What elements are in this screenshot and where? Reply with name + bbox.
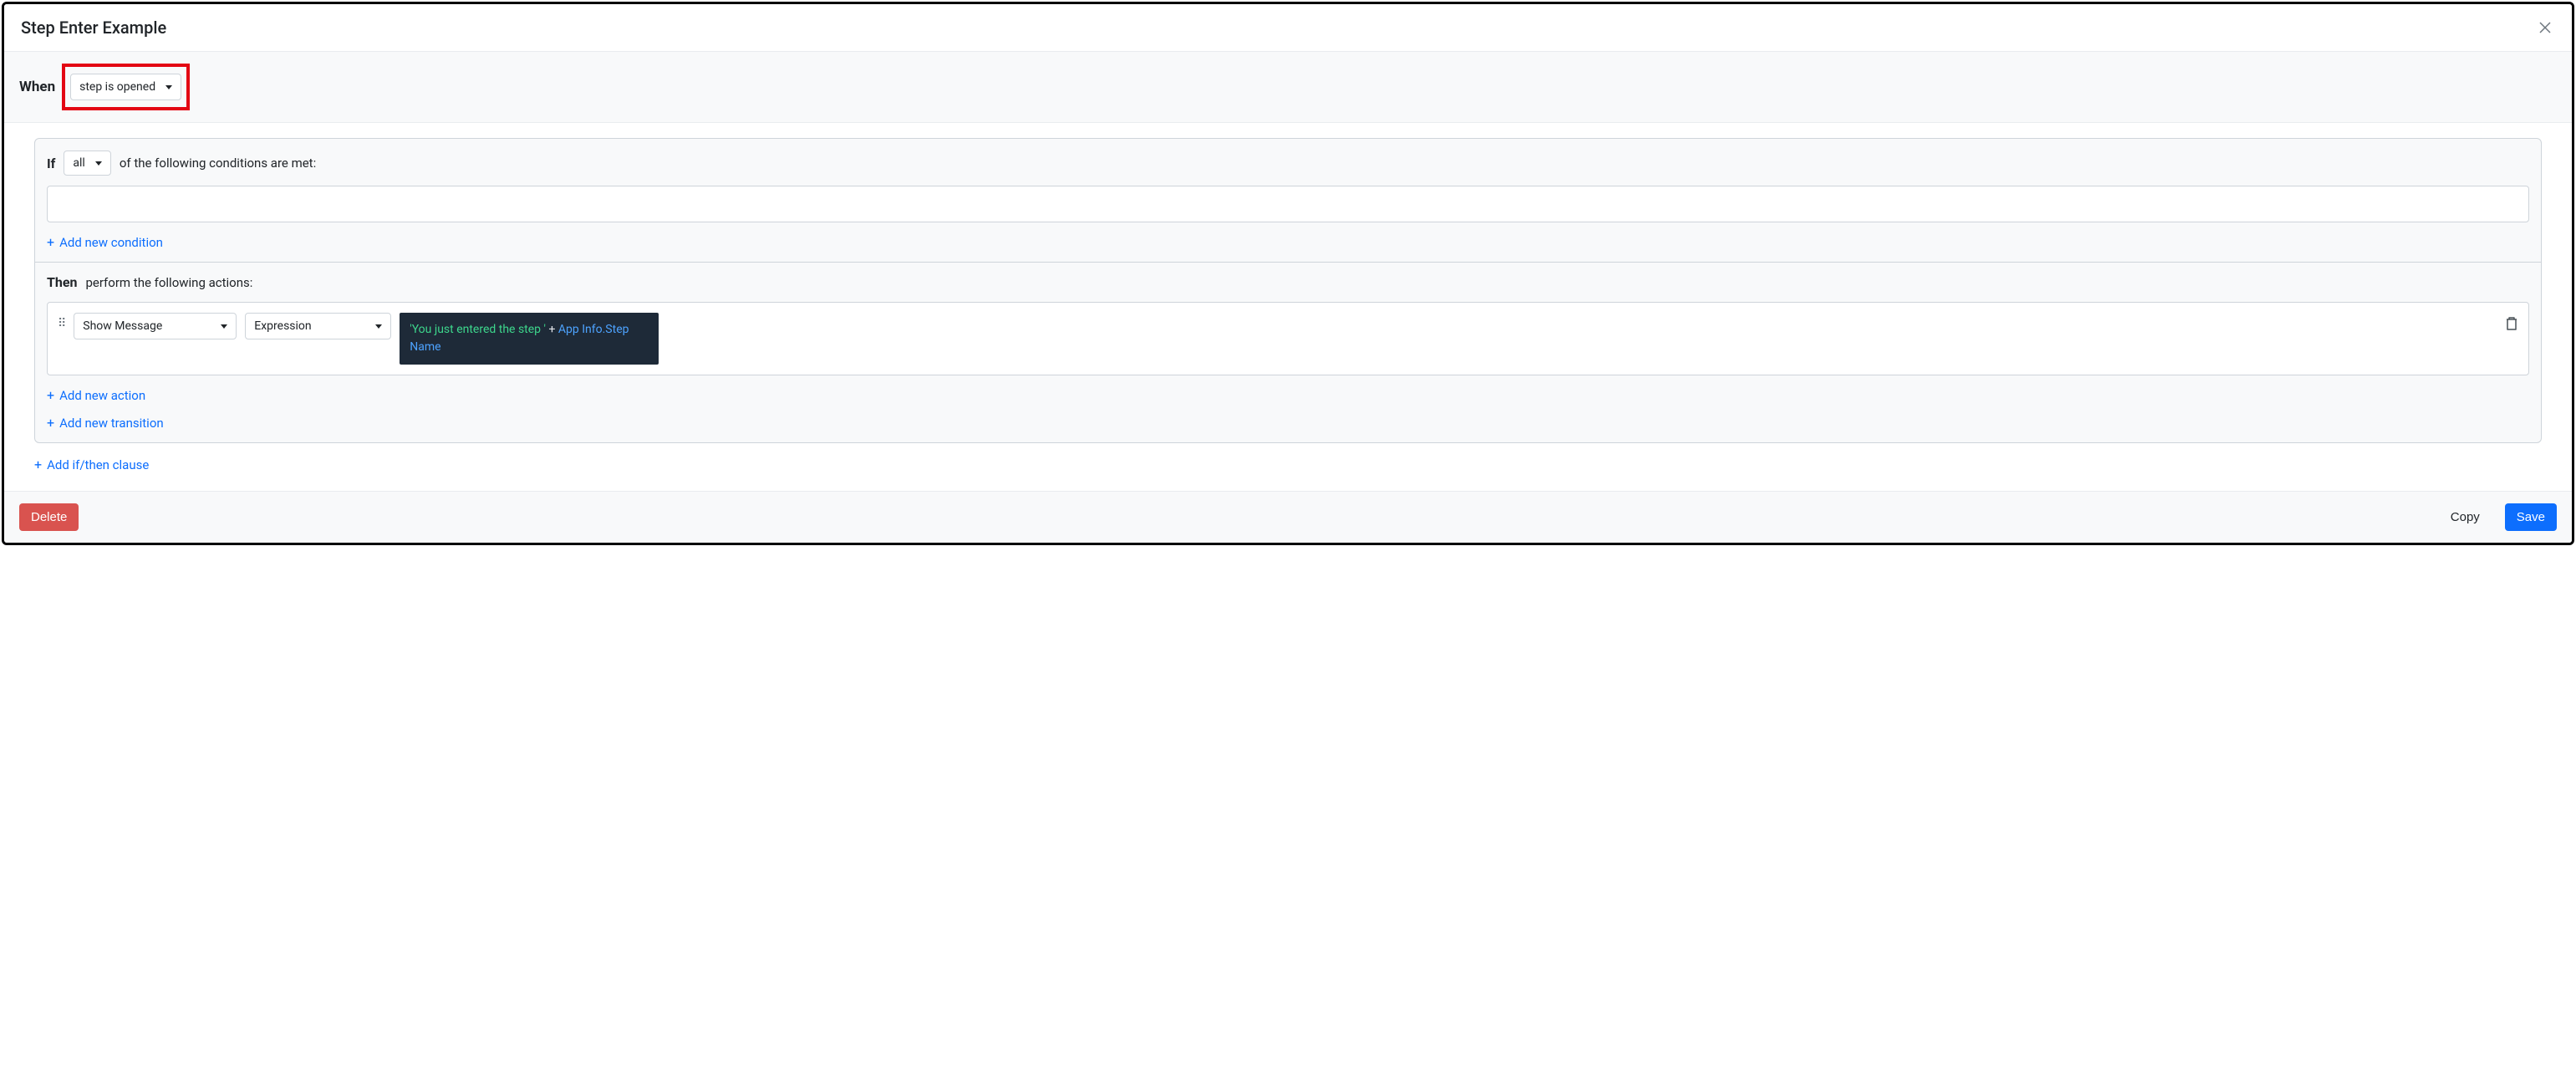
add-action-link[interactable]: + Add new action: [47, 387, 145, 403]
then-section: Then perform the following actions: ⠿ Sh…: [35, 263, 2541, 442]
action-type-dropdown[interactable]: Show Message: [74, 313, 237, 339]
chevron-down-icon: [95, 161, 102, 166]
chevron-down-icon: [375, 324, 382, 329]
if-section: If all of the following conditions are m…: [35, 139, 2541, 262]
plus-icon: +: [47, 415, 54, 431]
drag-handle-icon[interactable]: ⠿: [58, 313, 65, 329]
when-label: When: [19, 79, 55, 95]
footer-right-group: Copy Save: [2439, 503, 2557, 531]
delete-action-button[interactable]: [2505, 313, 2518, 334]
add-transition-link[interactable]: + Add new transition: [47, 415, 164, 431]
add-condition-label: Add new condition: [59, 235, 163, 250]
if-label: If: [47, 156, 55, 171]
then-row: Then perform the following actions:: [47, 274, 2529, 290]
quantifier-dropdown[interactable]: all: [64, 151, 110, 176]
copy-button[interactable]: Copy: [2439, 503, 2492, 531]
action-type-label: Show Message: [83, 319, 162, 333]
add-condition-link[interactable]: + Add new condition: [47, 234, 163, 250]
close-icon: [2539, 22, 2551, 33]
add-clause-label: Add if/then clause: [47, 457, 149, 472]
if-then-clause: If all of the following conditions are m…: [34, 138, 2542, 443]
modal-footer: Delete Copy Save: [4, 491, 2572, 543]
trigger-dropdown[interactable]: step is opened: [70, 74, 181, 100]
then-label: Then: [47, 274, 77, 290]
then-suffix: perform the following actions:: [85, 275, 252, 290]
when-bar: When step is opened: [4, 52, 2572, 123]
add-clause-link[interactable]: + Add if/then clause: [34, 457, 149, 472]
modal-header: Step Enter Example: [4, 4, 2572, 52]
expression-operator: +: [548, 323, 555, 336]
if-row: If all of the following conditions are m…: [47, 151, 2529, 176]
expression-editor[interactable]: 'You just entered the step ' + App Info.…: [400, 313, 659, 365]
add-transition-label: Add new transition: [59, 416, 164, 431]
plus-icon: +: [47, 387, 54, 403]
chevron-down-icon: [165, 85, 172, 89]
add-action-label: Add new action: [59, 388, 145, 403]
delete-button[interactable]: Delete: [19, 503, 79, 531]
action-row: ⠿ Show Message Expression 'You just ente…: [47, 302, 2529, 375]
highlight-annotation: step is opened: [62, 64, 190, 110]
save-button[interactable]: Save: [2505, 503, 2557, 531]
conditions-container[interactable]: [47, 186, 2529, 222]
plus-icon: +: [47, 234, 54, 250]
chevron-down-icon: [221, 324, 227, 329]
modal-body: If all of the following conditions are m…: [4, 123, 2572, 491]
trigger-dropdown-label: step is opened: [79, 80, 155, 94]
close-button[interactable]: [2535, 18, 2555, 38]
modal-title: Step Enter Example: [21, 18, 166, 38]
modal-dialog: Step Enter Example When step is opened I…: [2, 2, 2574, 545]
if-suffix: of the following conditions are met:: [120, 156, 316, 171]
action-mode-dropdown[interactable]: Expression: [245, 313, 391, 339]
plus-icon: +: [34, 457, 42, 472]
action-mode-label: Expression: [254, 319, 311, 333]
expression-string: 'You just entered the step ': [410, 323, 546, 336]
trash-icon: [2505, 316, 2518, 331]
quantifier-dropdown-label: all: [73, 156, 84, 170]
